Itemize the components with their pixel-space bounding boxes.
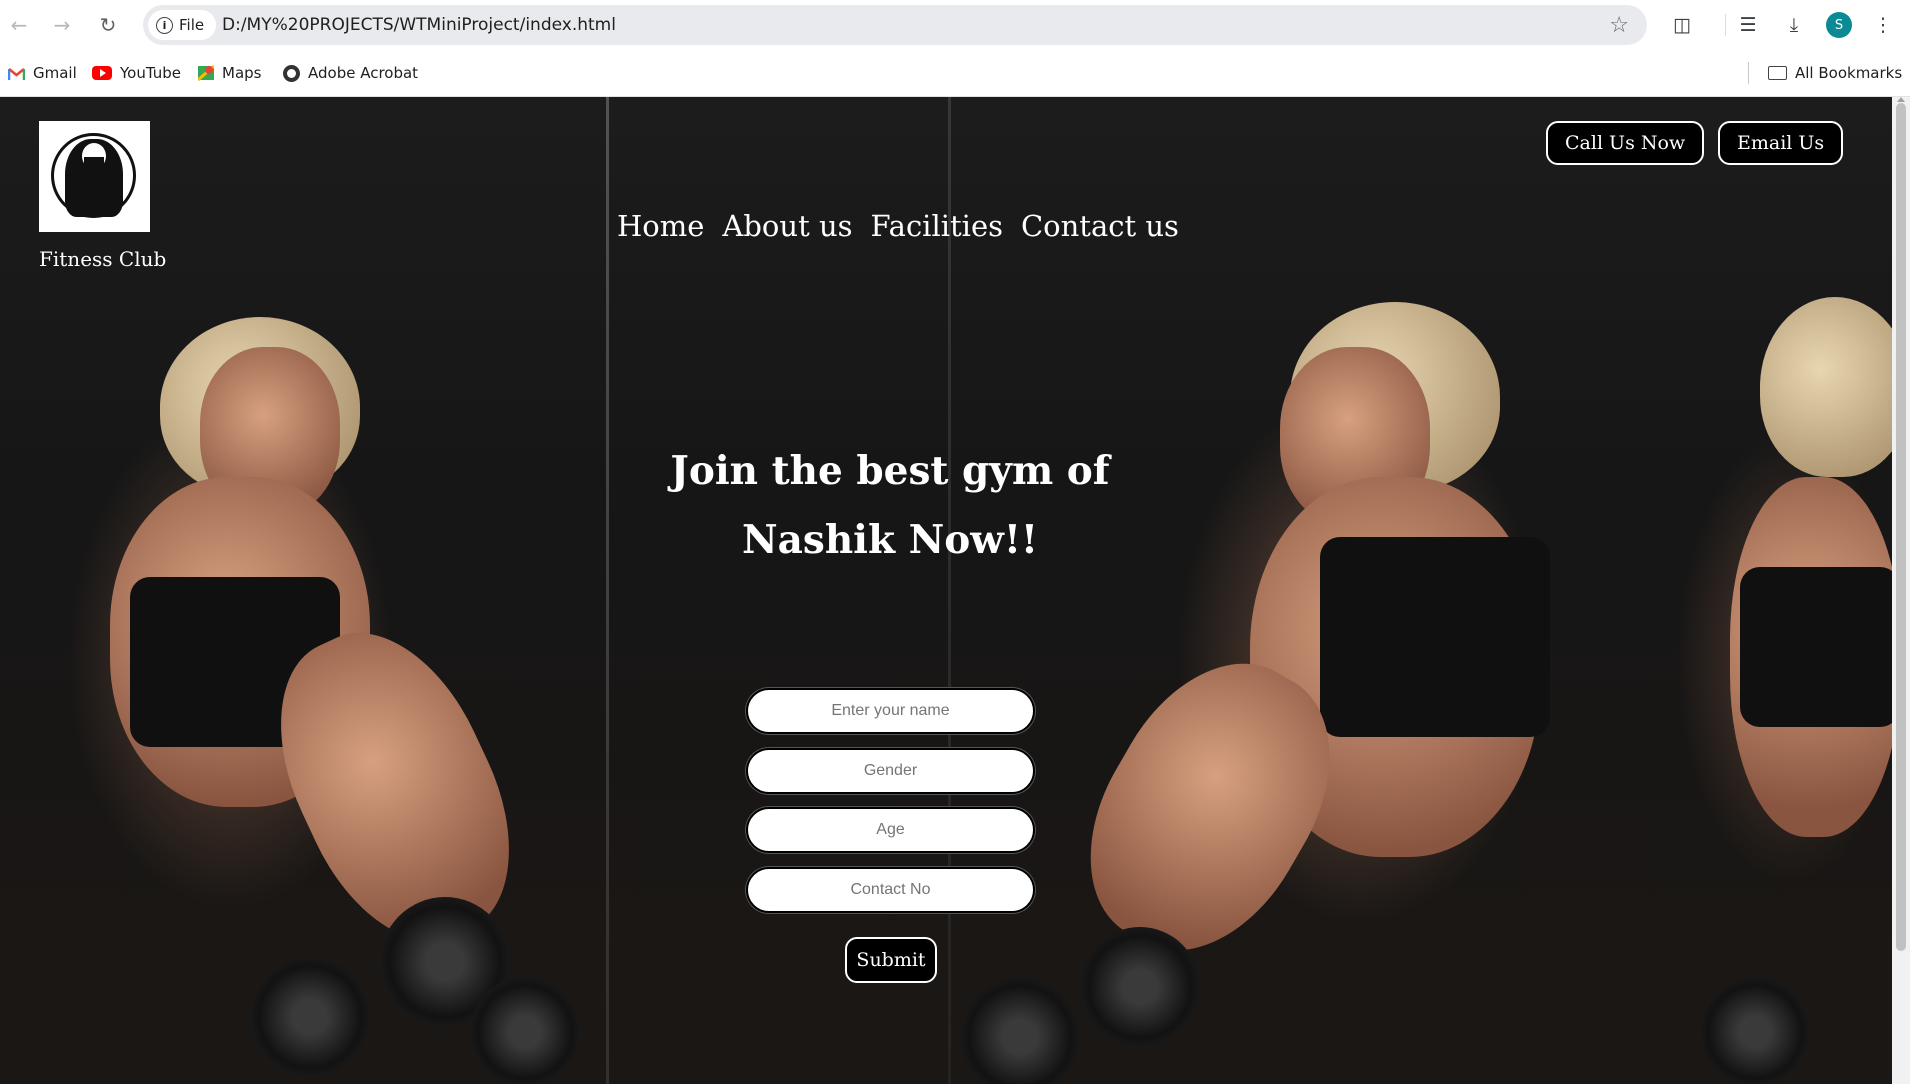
menu-kebab-icon[interactable]: ⋮ bbox=[1868, 10, 1898, 40]
bookmarks-bar: Gmail YouTube Maps Adobe Acrobat All Boo… bbox=[0, 50, 1910, 97]
mirror-edge bbox=[606, 97, 609, 1084]
media-controls-icon[interactable]: ☰ bbox=[1733, 10, 1763, 40]
bookmark-label: Gmail bbox=[33, 64, 77, 82]
forward-arrow-icon[interactable]: → bbox=[47, 10, 77, 40]
contact-no-input[interactable] bbox=[746, 867, 1035, 913]
site-info-chip[interactable]: i File bbox=[148, 10, 217, 40]
nav-about-us[interactable]: About us bbox=[722, 209, 852, 243]
bookmark-maps[interactable]: Maps bbox=[197, 62, 262, 84]
scrollbar-thumb[interactable] bbox=[1896, 103, 1906, 951]
address-bar[interactable]: i File D:/MY%20PROJECTS/WTMiniProject/in… bbox=[143, 5, 1647, 45]
gmail-icon bbox=[7, 67, 26, 80]
call-us-now-button[interactable]: Call Us Now bbox=[1546, 121, 1705, 165]
mirror-edge bbox=[948, 97, 951, 1084]
dumbbell-plate bbox=[470, 977, 580, 1084]
all-bookmarks-button[interactable]: All Bookmarks bbox=[1768, 62, 1902, 84]
bookmark-star-icon[interactable]: ☆ bbox=[1609, 13, 1629, 38]
all-bookmarks-label: All Bookmarks bbox=[1795, 64, 1903, 82]
globe-icon bbox=[283, 64, 300, 82]
bookmark-label: Maps bbox=[222, 64, 262, 82]
profile-avatar[interactable]: S bbox=[1826, 12, 1852, 38]
email-us-button[interactable]: Email Us bbox=[1718, 121, 1844, 165]
bookmark-label: Adobe Acrobat bbox=[308, 64, 419, 82]
age-input[interactable] bbox=[746, 807, 1035, 853]
site-info-label: File bbox=[179, 16, 205, 34]
dumbbell-plate bbox=[250, 957, 370, 1077]
submit-button[interactable]: Submit bbox=[845, 937, 937, 983]
background-figure bbox=[1320, 537, 1550, 737]
background-figure bbox=[1740, 567, 1892, 727]
extensions-icon[interactable]: ◫ bbox=[1667, 10, 1697, 40]
bookmarks-divider bbox=[1748, 62, 1749, 84]
url-text[interactable]: D:/MY%20PROJECTS/WTMiniProject/index.htm… bbox=[222, 5, 616, 45]
fitness-club-logo[interactable] bbox=[39, 121, 150, 232]
brand-name: Fitness Club bbox=[39, 247, 167, 271]
nav-home[interactable]: Home bbox=[617, 209, 704, 243]
main-nav: Home About us Facilities Contact us bbox=[617, 209, 1179, 243]
bookmark-label: YouTube bbox=[120, 64, 181, 82]
bookmark-adobe-acrobat[interactable]: Adobe Acrobat bbox=[283, 62, 418, 84]
page-scrollbar[interactable] bbox=[1892, 97, 1910, 1084]
info-icon: i bbox=[156, 16, 173, 34]
download-icon[interactable]: ⤓ bbox=[1779, 10, 1809, 40]
background-figure bbox=[1760, 297, 1892, 477]
hero-headline: Join the best gym of Nashik Now!! bbox=[670, 448, 1110, 563]
folder-icon bbox=[1768, 66, 1787, 80]
youtube-icon bbox=[92, 66, 112, 80]
nav-contact-us[interactable]: Contact us bbox=[1021, 209, 1179, 243]
browser-toolbar: ← → ↻ i File D:/MY%20PROJECTS/WTMiniProj… bbox=[0, 0, 1910, 50]
dumbbell-plate bbox=[1080, 927, 1200, 1047]
reload-icon[interactable]: ↻ bbox=[93, 10, 123, 40]
gender-input[interactable] bbox=[746, 748, 1035, 794]
page-viewport: Fitness Club Home About us Facilities Co… bbox=[0, 97, 1892, 1084]
maps-icon bbox=[197, 64, 215, 82]
logo-beard bbox=[84, 157, 104, 173]
bookmark-youtube[interactable]: YouTube bbox=[92, 62, 181, 84]
back-arrow-icon[interactable]: ← bbox=[4, 10, 34, 40]
dumbbell-plate bbox=[960, 977, 1080, 1084]
toolbar-divider bbox=[1725, 14, 1726, 36]
bookmark-gmail[interactable]: Gmail bbox=[7, 62, 77, 84]
nav-facilities[interactable]: Facilities bbox=[871, 209, 1003, 243]
name-input[interactable] bbox=[746, 688, 1035, 734]
dumbbell-plate bbox=[1700, 977, 1810, 1084]
gym-background-image bbox=[0, 97, 1892, 1084]
scroll-up-arrow-icon[interactable] bbox=[1897, 97, 1905, 102]
